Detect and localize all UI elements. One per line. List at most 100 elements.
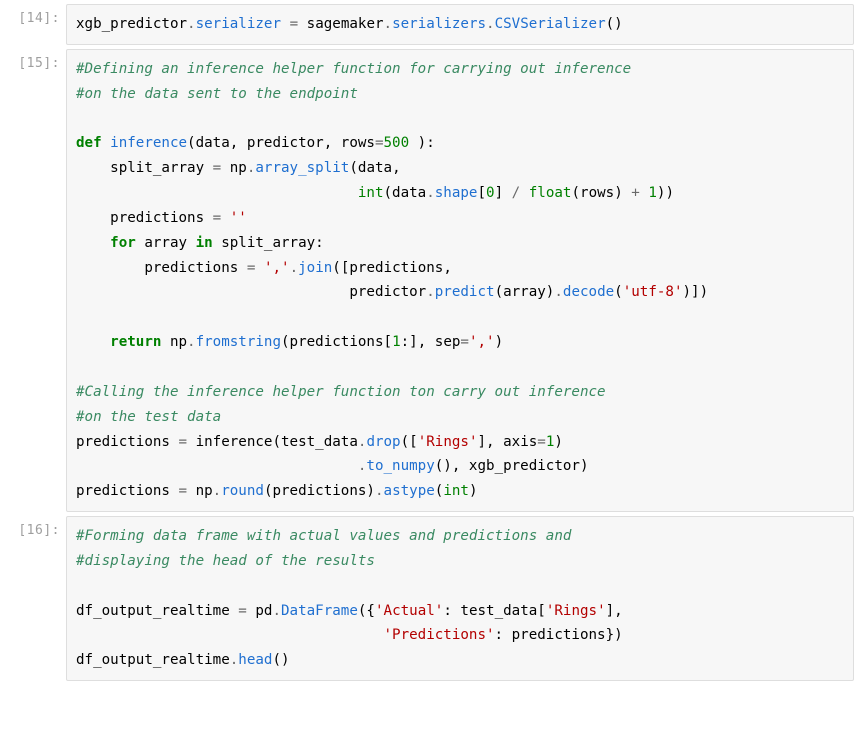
code-token: = <box>537 434 546 450</box>
code-token: inference(test_data <box>187 434 358 450</box>
code-token: DataFrame <box>281 603 358 619</box>
code-token: 'utf-8' <box>623 284 683 300</box>
code-token: in <box>196 235 213 251</box>
code-token: df_output_realtime <box>76 603 238 619</box>
code-token <box>255 260 264 276</box>
input-area[interactable]: xgb_predictor.serializer = sagemaker.ser… <box>66 4 854 45</box>
code-token: . <box>375 483 384 499</box>
code-token: array_split <box>255 160 349 176</box>
code-cell[interactable]: [14]: xgb_predictor.serializer = sagemake… <box>0 4 864 45</box>
code-token: . <box>426 284 435 300</box>
code-token: 1 <box>392 334 401 350</box>
code-token: () <box>272 652 289 668</box>
code-token: (data, predictor, rows <box>187 135 375 151</box>
code-token <box>76 334 110 350</box>
code-token: ([predictions, <box>332 260 452 276</box>
code-token <box>76 235 110 251</box>
code-token: '' <box>230 210 247 226</box>
code-token: xgb_predictor <box>76 16 187 32</box>
code-token: (predictions) <box>264 483 375 499</box>
notebook: [14]:xgb_predictor.serializer = sagemake… <box>0 4 864 681</box>
code-token: = <box>179 483 188 499</box>
code-token <box>221 210 230 226</box>
input-prompt: [15]: <box>0 49 66 71</box>
code-token: 'Rings' <box>418 434 478 450</box>
code-content[interactable]: xgb_predictor.serializer = sagemaker.ser… <box>76 12 844 37</box>
code-token <box>102 135 111 151</box>
code-token: sagemaker <box>298 16 383 32</box>
code-token: 1 <box>648 185 657 201</box>
code-token: ] <box>495 185 512 201</box>
code-token: [ <box>477 185 486 201</box>
code-content[interactable]: #Defining an inference helper function f… <box>76 57 844 504</box>
code-token: ) <box>469 483 478 499</box>
code-token: = <box>179 434 188 450</box>
code-cell[interactable]: [16]: #Forming data frame with actual val… <box>0 516 864 681</box>
code-token: )]) <box>683 284 709 300</box>
code-token: ], axis <box>478 434 538 450</box>
code-token: fromstring <box>196 334 281 350</box>
code-token: . <box>290 260 299 276</box>
code-cell[interactable]: [15]: #Defining an inference helper funct… <box>0 49 864 512</box>
code-token: predictions <box>76 210 213 226</box>
input-prompt: [16]: <box>0 516 66 538</box>
code-token: ',' <box>469 334 495 350</box>
code-token <box>76 627 384 643</box>
code-token: ) <box>495 334 504 350</box>
code-token: ) <box>554 434 563 450</box>
code-token: . <box>230 652 239 668</box>
code-token: int <box>443 483 469 499</box>
code-token: : predictions}) <box>495 627 623 643</box>
code-token: . <box>272 603 281 619</box>
code-token: : test_data[ <box>443 603 546 619</box>
code-token: 500 <box>384 135 410 151</box>
code-token: predict <box>435 284 495 300</box>
input-area[interactable]: #Defining an inference helper function f… <box>66 49 854 512</box>
code-token: . <box>384 16 393 32</box>
input-prompt: [14]: <box>0 4 66 26</box>
code-token: float <box>529 185 572 201</box>
code-token: . <box>187 16 196 32</box>
code-token: #Forming data frame with actual values a… <box>76 528 571 544</box>
code-token: . <box>187 334 196 350</box>
code-token: . <box>426 185 435 201</box>
code-token: 'Rings' <box>546 603 606 619</box>
code-token <box>520 185 529 201</box>
code-token: = <box>213 160 222 176</box>
code-token: head <box>238 652 272 668</box>
code-token: 0 <box>486 185 495 201</box>
code-token: + <box>631 185 640 201</box>
code-token: to_numpy <box>366 458 434 474</box>
code-token: ], <box>606 603 623 619</box>
code-token: def <box>76 135 102 151</box>
code-token: pd <box>247 603 273 619</box>
code-token: split_array: <box>213 235 324 251</box>
code-token: for <box>110 235 136 251</box>
code-token: shape <box>435 185 478 201</box>
code-token: (data, <box>349 160 400 176</box>
code-token: = <box>238 603 247 619</box>
code-token: #on the data sent to the endpoint <box>76 86 358 102</box>
code-token: #Defining an inference helper function f… <box>76 61 631 77</box>
code-token: )) <box>657 185 674 201</box>
code-token: (rows) <box>571 185 631 201</box>
code-token: #displaying the head of the results <box>76 553 375 569</box>
input-area[interactable]: #Forming data frame with actual values a… <box>66 516 854 681</box>
code-token: :], sep <box>401 334 461 350</box>
code-token: predictions <box>76 483 179 499</box>
code-token: ',' <box>264 260 290 276</box>
code-token: (data <box>384 185 427 201</box>
code-token: = <box>375 135 384 151</box>
code-token: array <box>136 235 196 251</box>
code-token: . <box>554 284 563 300</box>
code-content[interactable]: #Forming data frame with actual values a… <box>76 524 844 673</box>
code-token: predictions <box>76 434 179 450</box>
code-token: #Calling the inference helper function t… <box>76 384 606 400</box>
code-token <box>76 185 358 201</box>
code-token: serializers <box>392 16 486 32</box>
code-token: () <box>606 16 623 32</box>
code-token: serializer <box>196 16 281 32</box>
code-token: . <box>213 483 222 499</box>
code-token: df_output_realtime <box>76 652 230 668</box>
code-token: ({ <box>358 603 375 619</box>
